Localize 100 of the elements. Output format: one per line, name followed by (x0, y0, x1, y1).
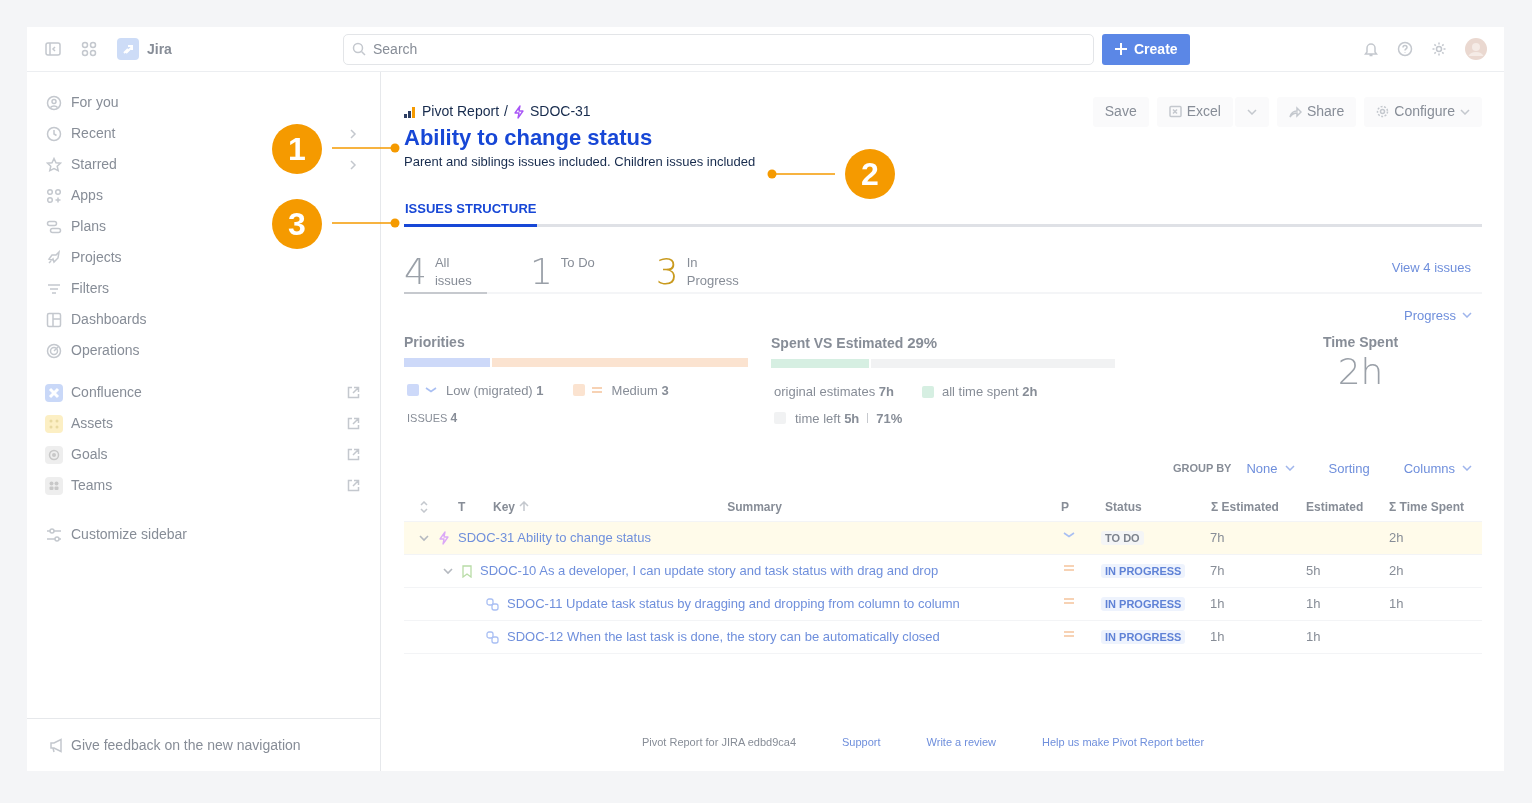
group-by-dropdown[interactable]: None (1246, 458, 1295, 478)
section-title: Time Spent (1322, 332, 1399, 352)
sliders-icon (46, 526, 62, 543)
legend-label: Medium 3 (611, 381, 669, 400)
feedback-link[interactable]: Give feedback on the new navigation (49, 734, 301, 756)
priority-low-icon (1063, 531, 1075, 539)
sidebar-item[interactable]: Operations (45, 335, 140, 366)
chevron-down-icon[interactable] (442, 565, 454, 577)
create-button[interactable]: Create (1102, 33, 1190, 65)
apps-icon (46, 187, 62, 204)
rocket-icon (46, 249, 62, 266)
board-icon (46, 311, 62, 328)
breadcrumb-link[interactable]: SDOC-31 (512, 101, 591, 122)
chevron-right-icon (349, 128, 357, 139)
sidebar-item[interactable]: Confluence (45, 377, 360, 408)
columns-dropdown[interactable]: Columns (1403, 458, 1472, 478)
table-cell: 1h (1210, 596, 1225, 612)
external-link-icon (347, 417, 360, 430)
legend-swatch (921, 385, 934, 398)
footer-link[interactable]: Support (842, 733, 881, 750)
sidebar-item[interactable]: Teams (45, 470, 360, 501)
plus-icon (1114, 42, 1128, 56)
lightning-icon (512, 104, 525, 119)
chevron-down-icon (1246, 108, 1257, 115)
share-arrow-icon (1288, 105, 1302, 118)
subtask-icon (486, 597, 499, 611)
avatar-icon[interactable] (1465, 38, 1487, 60)
product-name[interactable]: Jira (147, 38, 172, 60)
action-button[interactable]: Configure (1364, 96, 1482, 127)
column-header: T (458, 499, 466, 514)
logo-icon (117, 38, 139, 60)
bar-chart-icon (404, 105, 417, 118)
sidebar-item[interactable]: Goals (45, 439, 360, 470)
sidebar-item[interactable]: Customize sidebar (45, 519, 187, 550)
external-link-icon (347, 448, 360, 461)
footer-link[interactable]: Help us make Pivot Report better (1042, 733, 1205, 750)
search-field[interactable]: Search (343, 33, 1094, 65)
leader-line (332, 218, 400, 228)
group-by-label: GROUP BY (1172, 461, 1232, 476)
status-lozenge: IN PROGRESS (1101, 597, 1186, 612)
app-grid-icon[interactable] (81, 41, 97, 57)
priority-low-icon (425, 386, 437, 395)
table-cell: 1h (1306, 629, 1321, 645)
breadcrumb-link[interactable]: Pivot Report (404, 101, 500, 122)
table-cell: 7h (1210, 530, 1225, 546)
table-cell: 5h (1306, 563, 1321, 579)
person-icon (46, 94, 62, 111)
issue-link[interactable]: SDOC-12 When the last task is done, the story can be automatically closed (507, 627, 940, 647)
sidebar-item[interactable]: For you (45, 87, 119, 118)
column-header: Status (1105, 499, 1142, 514)
status-lozenge: IN PROGRESS (1101, 564, 1186, 579)
action-button[interactable]: Share (1276, 96, 1357, 127)
sidebar-item[interactable]: Filters (45, 273, 110, 304)
table-row[interactable]: SDOC-31 Ability to change status TO DO 7h 2h (404, 522, 1482, 555)
search-icon (352, 41, 366, 56)
sort-toggle-icon[interactable] (419, 500, 429, 513)
issue-link[interactable]: SDOC-11 Update task status by dragging and dropping from column to column (507, 594, 960, 614)
column-header: Summary (727, 498, 782, 516)
sidebar-item[interactable]: Plans (45, 211, 107, 242)
sidebar-item[interactable]: Assets (45, 408, 360, 439)
priority-medium-icon (1063, 597, 1075, 605)
dropdown-button[interactable] (1234, 96, 1269, 127)
subtitle-text: Parent and siblings issues included. Children issues included (404, 153, 756, 171)
sidebar-toggle-icon[interactable] (45, 41, 61, 57)
table-cell: 1h (1210, 629, 1225, 645)
leader-line (767, 169, 835, 179)
issue-link[interactable]: SDOC-31 Ability to change status (458, 528, 651, 548)
footer-link[interactable]: Write a review (926, 733, 997, 750)
tab[interactable]: ISSUES STRUCTURE (404, 199, 538, 227)
settings-icon[interactable] (1431, 41, 1447, 57)
help-icon[interactable] (1397, 41, 1413, 57)
gear-icon (1376, 105, 1390, 118)
sidebar-item[interactable]: Apps (45, 180, 103, 211)
action-button[interactable]: Excel (1156, 96, 1233, 127)
progress-dropdown[interactable]: Progress (1403, 305, 1472, 325)
status-lozenge: IN PROGRESS (1101, 630, 1186, 645)
chevron-down-icon[interactable] (418, 532, 430, 544)
issue-link[interactable]: SDOC-10 As a developer, I can update story and task status with drag and drop (480, 561, 939, 581)
spreadsheet-icon (1168, 105, 1182, 118)
legend-label: all time spent 2h (941, 383, 1038, 401)
stat-tab[interactable]: 1 To Do (529, 253, 613, 294)
sidebar-item[interactable]: Projects (45, 242, 122, 273)
star-icon (46, 156, 62, 173)
notification-bell-icon[interactable] (1363, 41, 1379, 57)
column-header[interactable]: Key (493, 497, 529, 516)
legend-label: time left 5h (795, 409, 860, 428)
view-issues-link[interactable]: View 4 issues (1391, 258, 1471, 278)
bookmark-icon (462, 564, 472, 578)
table-cell: 2h (1389, 563, 1404, 579)
plans-icon (46, 218, 62, 235)
legend-label: original estimates 7h (774, 383, 894, 401)
action-button[interactable]: Save (1092, 96, 1149, 127)
external-link-icon (347, 479, 360, 492)
sorting-button[interactable]: Sorting (1328, 458, 1370, 478)
sidebar-item[interactable]: Dashboards (45, 304, 147, 335)
issues-total: ISSUES 4 (406, 410, 458, 427)
sort-arrow-icon (519, 501, 529, 512)
column-header: Σ Time Spent (1389, 499, 1464, 514)
leader-line (332, 143, 400, 153)
subtask-icon (486, 630, 499, 644)
